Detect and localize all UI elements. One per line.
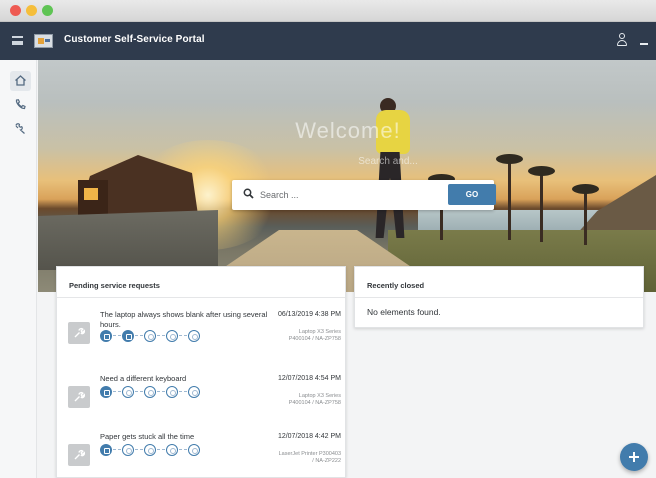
- window-zoom-button[interactable]: [42, 5, 53, 16]
- request-product: Laptop X3 Series P400104 / NA-ZP758: [288, 329, 341, 342]
- sidenav-item-service[interactable]: [10, 119, 31, 139]
- wrench-icon: [74, 327, 85, 338]
- request-title[interactable]: The laptop always shows blank after usin…: [100, 310, 280, 330]
- window-titlebar: [0, 0, 656, 22]
- search-input[interactable]: [260, 186, 440, 204]
- sidenav-item-contact[interactable]: [10, 95, 31, 115]
- window-close-button[interactable]: [10, 5, 21, 16]
- step-connector: [157, 449, 165, 450]
- step-indicator: [166, 386, 178, 398]
- shell-bar: Customer Self-Service Portal: [0, 22, 656, 60]
- step-indicator: [100, 386, 112, 398]
- step-indicator: [100, 330, 112, 342]
- request-progress-steps: [100, 386, 200, 399]
- request-product: LaserJet Printer P300403 / NA-ZP222: [278, 451, 341, 464]
- card-divider: [355, 297, 643, 298]
- step-connector: [135, 335, 143, 336]
- step-indicator: [144, 444, 156, 456]
- request-avatar: [68, 386, 90, 408]
- step-connector: [113, 391, 121, 392]
- user-icon[interactable]: [616, 33, 628, 47]
- home-icon: [15, 75, 26, 86]
- request-product: Laptop X3 Series P400104 / NA-ZP758: [288, 393, 341, 406]
- app-window: Customer Self-Service Portal Welcome! Se…: [0, 0, 656, 478]
- sidenav-item-home[interactable]: [10, 71, 31, 91]
- step-connector: [179, 449, 187, 450]
- search-icon: [243, 188, 254, 199]
- hero-lit-window: [84, 188, 98, 200]
- hero-title: Welcome!: [295, 118, 401, 143]
- request-date: 06/13/2019 4:38 PM: [277, 311, 341, 318]
- recently-closed-card: Recently closed No elements found.: [354, 266, 644, 328]
- step-indicator: [144, 386, 156, 398]
- step-connector: [113, 335, 121, 336]
- add-request-button[interactable]: [620, 443, 648, 471]
- step-connector: [113, 449, 121, 450]
- minimize-icon[interactable]: [640, 43, 648, 45]
- step-connector: [179, 335, 187, 336]
- request-title[interactable]: Paper gets stuck all the time: [100, 432, 280, 442]
- request-avatar: [68, 444, 90, 466]
- go-button[interactable]: GO: [448, 184, 496, 205]
- recently-closed-title: Recently closed: [367, 281, 425, 290]
- wrench-icon: [74, 391, 85, 402]
- step-indicator: [100, 444, 112, 456]
- phone-icon: [15, 99, 26, 110]
- request-date: 12/07/2018 4:42 PM: [277, 433, 341, 440]
- wrench-icon: [74, 449, 85, 460]
- step-indicator: [188, 444, 200, 456]
- step-indicator: [144, 330, 156, 342]
- request-item[interactable]: Paper gets stuck all the time 12/07/2018…: [57, 432, 345, 477]
- palm-tree: [572, 184, 599, 245]
- wrench-icon: [15, 123, 25, 134]
- step-indicator: [188, 330, 200, 342]
- step-indicator: [166, 330, 178, 342]
- palm-tree: [528, 166, 555, 242]
- window-minimize-button[interactable]: [26, 5, 37, 16]
- step-indicator: [166, 444, 178, 456]
- step-indicator: [122, 444, 134, 456]
- palm-tree: [496, 154, 523, 240]
- hero-subtitle: Search and...: [358, 156, 418, 167]
- side-navigation: [0, 60, 37, 478]
- request-item[interactable]: The laptop always shows blank after usin…: [57, 310, 345, 366]
- step-indicator: [122, 330, 134, 342]
- company-logo[interactable]: [34, 34, 53, 48]
- request-date: 12/07/2018 4:54 PM: [277, 375, 341, 382]
- step-connector: [135, 391, 143, 392]
- step-connector: [157, 335, 165, 336]
- request-progress-steps: [100, 444, 200, 457]
- app-title: Customer Self-Service Portal: [64, 34, 205, 45]
- pending-requests-card: Pending service requests The laptop alwa…: [56, 266, 346, 478]
- request-avatar: [68, 322, 90, 344]
- step-connector: [157, 391, 165, 392]
- step-connector: [179, 391, 187, 392]
- request-progress-steps: [100, 330, 200, 343]
- card-divider: [57, 297, 345, 298]
- hero-stone-wall: [38, 210, 218, 270]
- hero-banner: Welcome! Search and... GO: [38, 60, 656, 292]
- step-indicator: [188, 386, 200, 398]
- hamburger-icon[interactable]: [12, 36, 23, 45]
- request-item[interactable]: Need a different keyboard 12/07/2018 4:5…: [57, 374, 345, 430]
- empty-state-text: No elements found.: [367, 307, 441, 317]
- step-indicator: [122, 386, 134, 398]
- request-title[interactable]: Need a different keyboard: [100, 374, 280, 384]
- pending-requests-title: Pending service requests: [69, 281, 160, 290]
- step-connector: [135, 449, 143, 450]
